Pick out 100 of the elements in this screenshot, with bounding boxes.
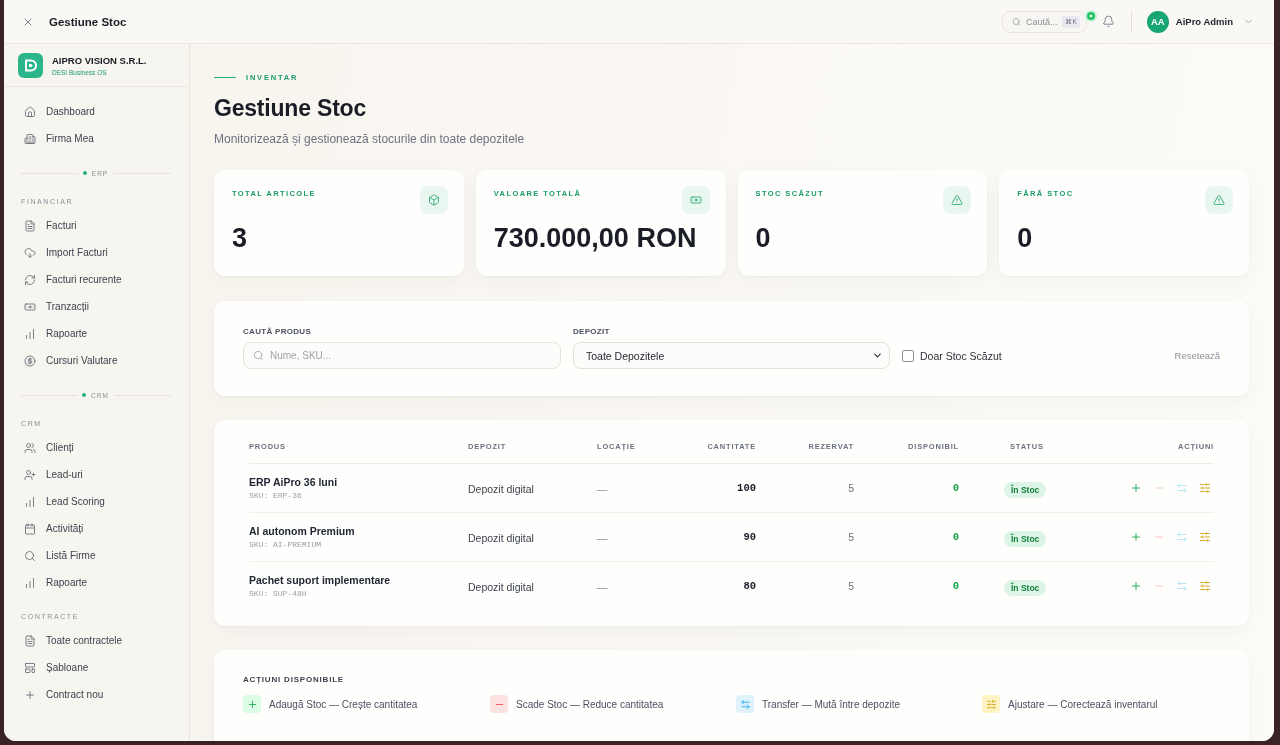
notifications-button[interactable] (1101, 15, 1115, 28)
banknote-icon (24, 300, 36, 313)
logo-icon (18, 52, 43, 78)
legend-text: Adaugă Stoc — Crește cantitatea (269, 698, 418, 710)
quantity-value: 100 (737, 482, 756, 494)
minus-icon (490, 695, 508, 713)
nav-item[interactable]: Lead-uri (4, 461, 181, 488)
nav-item[interactable]: Clienți (4, 434, 181, 461)
available-value: 0 (952, 580, 959, 592)
refresh-icon (24, 273, 36, 286)
product-search-field[interactable]: Nume, SKU... (243, 342, 561, 369)
nav-item[interactable]: Listă Firme (4, 542, 181, 569)
user-avatar: AA (1146, 10, 1169, 33)
plus-icon (243, 695, 261, 713)
checkbox[interactable] (902, 349, 914, 362)
reserved-value: 5 (848, 580, 854, 592)
legend-title: ACȚIUNI DISPONIBILE (243, 675, 345, 685)
available-value: 0 (952, 531, 959, 543)
document-icon (24, 219, 36, 232)
stat-value: 730.000,00 RON (493, 223, 698, 253)
dollar-circle-icon (24, 354, 36, 367)
nav-item[interactable]: Șabloane (4, 654, 181, 681)
product-name: ERP AiPro 36 luni (249, 476, 339, 488)
dot-icon (82, 171, 87, 175)
sliders-icon (982, 695, 1000, 713)
window-title: Gestiune Stoc (49, 15, 127, 28)
nav-item[interactable]: Activități (4, 515, 181, 542)
nav-item[interactable]: Rapoarte (4, 320, 181, 347)
nav-item[interactable]: Firma Mea (4, 125, 181, 152)
product-name: Pachet suport implementare (249, 574, 392, 586)
nav-item[interactable]: Import Facturi (4, 239, 181, 266)
sku-text: SKU: ERP-36 (249, 491, 303, 500)
legend-text: Transfer — Mută între depozite (762, 698, 901, 710)
page-subtitle: Monitorizează și gestionează stocurile din toate depozitele (214, 131, 526, 147)
stat-value: 0 (1017, 223, 1034, 253)
building-icon (24, 132, 36, 145)
sliders-icon (1199, 531, 1211, 543)
legend-text: Scade Stoc — Reduce cantitatea (516, 698, 664, 710)
nav-item[interactable]: Facturi (4, 212, 181, 239)
dot-icon (82, 393, 87, 397)
house-icon (24, 105, 36, 118)
chevron-down-icon (872, 350, 883, 361)
status-pill: În Stoc (1004, 481, 1047, 498)
arrows-icon (736, 695, 754, 713)
plus-icon (24, 688, 36, 701)
quantity-value: 80 (743, 580, 756, 592)
page-title: Gestiune Stoc (214, 94, 368, 123)
arrows-icon (1176, 482, 1188, 494)
nav-item[interactable]: Facturi recurente (4, 266, 181, 293)
product-name: AI autonom Premium (249, 525, 356, 537)
user-plus-icon (24, 468, 36, 481)
arrows-icon (1176, 580, 1188, 592)
user-menu-button[interactable]: AA AiPro Admin (1146, 10, 1254, 33)
location-text: — (597, 483, 608, 495)
nav-item[interactable]: Dashboard (4, 98, 181, 125)
plus-icon (1130, 482, 1142, 494)
nav-item[interactable]: Rapoarte (4, 569, 181, 596)
calendar-icon (24, 522, 36, 535)
plus-icon (1130, 531, 1142, 543)
nav-item[interactable]: Contract nou (4, 681, 181, 708)
reserved-value: 5 (848, 482, 854, 494)
arrows-icon (1176, 531, 1188, 543)
plus-icon (1130, 580, 1142, 592)
nav-item[interactable]: Lead Scoring (4, 488, 181, 515)
layout-icon (24, 661, 36, 674)
status-pill: În Stoc (1004, 579, 1047, 596)
nav-item[interactable]: Cursuri Valutare (4, 347, 181, 374)
search-icon (253, 350, 264, 361)
company-name: AIPRO VISION S.R.L. (52, 54, 147, 66)
stat-value: 0 (755, 223, 772, 253)
sliders-icon (1199, 580, 1211, 592)
stat-value: 3 (232, 223, 249, 253)
warning-icon (943, 186, 972, 214)
bar-chart-icon (24, 576, 36, 589)
field-label: DEPOZIT (573, 327, 611, 337)
field-label: CAUTĂ PRODUS (243, 327, 313, 337)
cloud-download-icon (24, 246, 36, 259)
warning-icon (1205, 186, 1233, 214)
warehouse-select[interactable]: Toate Depozitele (573, 342, 890, 369)
warehouse-name: Depozit digital (468, 581, 534, 593)
sliders-icon (1199, 482, 1211, 494)
document-icon (24, 634, 36, 647)
status-dot-icon (1084, 9, 1097, 22)
nav-item[interactable]: Tranzacții (4, 293, 181, 320)
bar-chart-icon (24, 495, 36, 508)
location-text: — (597, 581, 608, 593)
available-value: 0 (952, 482, 959, 494)
status-pill: În Stoc (1004, 530, 1047, 547)
bell-icon (1101, 15, 1115, 28)
checkbox-label[interactable]: Doar Stoc Scăzut (920, 349, 1002, 362)
quantity-value: 90 (743, 531, 756, 543)
reserved-value: 5 (848, 531, 854, 543)
legend-text: Ajustare — Corectează inventarul (1008, 698, 1158, 710)
location-text: — (597, 532, 608, 544)
search-icon (24, 549, 36, 562)
nav-item[interactable]: Toate contractele (4, 627, 181, 654)
box-icon (419, 186, 448, 214)
warehouse-name: Depozit digital (468, 532, 534, 544)
users-icon (24, 441, 36, 454)
sku-text: SKU: AI-PREMIUM (249, 540, 322, 549)
